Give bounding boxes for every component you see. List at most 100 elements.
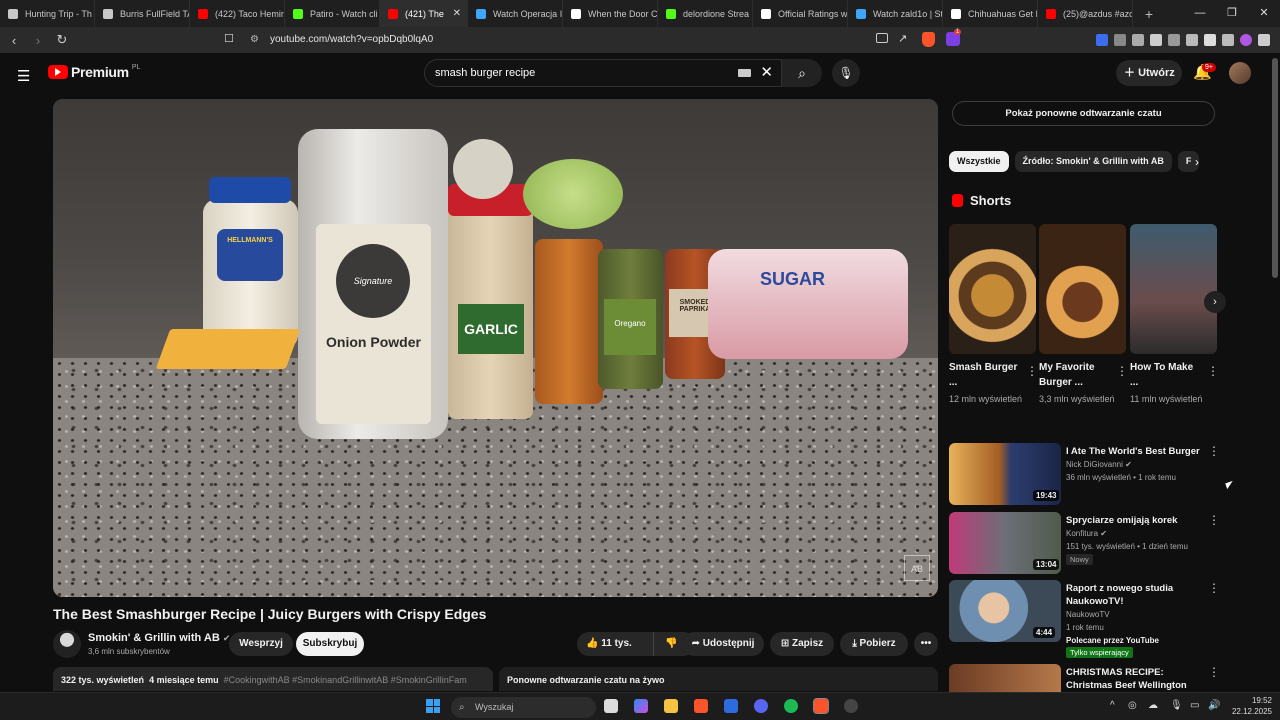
app-icon[interactable] [844,699,858,713]
account-avatar[interactable] [1229,62,1251,84]
clear-search-icon[interactable]: ✕ [760,60,773,86]
discord-icon[interactable] [754,699,768,713]
recommendation-title[interactable]: Raport z nowego studia NaukowoTV! [1066,582,1206,608]
shorts-next-button[interactable]: › [1204,291,1226,313]
channel-avatar[interactable] [53,630,81,658]
file-explorer-icon[interactable] [664,699,678,713]
tray-chevron-icon[interactable]: ^ [1110,700,1115,711]
short-menu-icon[interactable]: ⋮ [1026,364,1038,378]
filter-chip[interactable]: Wszystkie [949,150,1009,172]
extension-1-icon[interactable] [1096,34,1108,46]
close-window-icon[interactable]: ✕ [1248,0,1280,27]
save-button[interactable]: ⊞ Zapisz [770,632,834,656]
browser-tab[interactable]: When the Door C [563,0,658,27]
url-field[interactable]: ⚙ youtube.com/watch?v=opbDqb0lqA0 [246,30,966,50]
recommendation-item[interactable]: 4:44 Raport z nowego studia NaukowoTV! N… [949,580,1220,658]
create-button[interactable]: ＋ Utwórz [1116,60,1182,86]
keyboard-icon[interactable] [738,69,751,77]
brave-browser-icon[interactable] [694,699,708,713]
search-button[interactable]: ⌕ [782,59,822,87]
chips-next-icon[interactable]: › [1195,155,1199,169]
short-item[interactable]: My Favorite Burger ... 3,3 mln wyświetle… [1039,224,1128,406]
browser-tab[interactable]: Watch Operacja I [468,0,563,27]
short-menu-icon[interactable]: ⋮ [1116,364,1128,378]
browser-tab[interactable]: Patiro - Watch cli [285,0,380,27]
bookmark-icon[interactable]: ☐ [224,32,234,45]
more-actions-button[interactable]: ••• [914,632,938,656]
extension-2-icon[interactable] [1114,34,1126,46]
like-button[interactable]: 👍 11 tys. [586,638,632,649]
channel-name[interactable]: Smokin' & Grillin with AB ✔ [88,632,230,644]
store-icon[interactable] [724,699,738,713]
short-item[interactable]: Smash Burger ... 12 mln wyświetleń ⋮ [949,224,1038,406]
live-chat-replay-header[interactable]: Ponowne odtwarzanie czatu na żywo [499,667,938,691]
recommendation-item[interactable]: 13:04 Spryciarze omijają korek Konfitura… [949,512,1220,574]
recommendation-title[interactable]: I Ate The World's Best Burger [1066,445,1206,458]
subscribe-button[interactable]: Subskrybuj [296,632,364,656]
brave-active-icon[interactable] [813,698,829,714]
show-chat-replay-button[interactable]: Pokaż ponowne odtwarzanie czatu [952,101,1215,126]
restore-icon[interactable]: ❐ [1216,0,1248,27]
recommendation-title[interactable]: Spryciarze omijają korek [1066,514,1206,527]
browser-tab[interactable]: (421) The ✕ [380,0,468,27]
short-item[interactable]: How To Make ... 11 mln wyświetleń ⋮ [1130,224,1219,406]
vpn-icon[interactable] [1222,34,1234,46]
short-title[interactable]: My Favorite Burger ... [1039,360,1109,390]
taskbar-search[interactable]: ⌕ Wyszukaj [451,697,596,718]
short-thumbnail[interactable] [949,224,1036,354]
tray-cloud-icon[interactable]: ☁ [1148,700,1158,711]
short-title[interactable]: Smash Burger ... [949,360,1019,390]
browser-tab[interactable]: (25)@azdus #azd [1038,0,1133,27]
page-scrollbar[interactable] [1272,58,1278,278]
tray-app-icon[interactable]: ◎ [1128,700,1137,711]
short-thumbnail[interactable] [1039,224,1126,354]
youtube-logo[interactable]: Premium PL [48,64,140,80]
recommendation-title[interactable]: CHRISTMAS RECIPE: Christmas Beef Welling… [1066,666,1206,692]
clock[interactable]: 19:52 22.12.2025 [1232,695,1272,717]
minimize-icon[interactable]: — [1184,0,1216,27]
recommendation-menu-icon[interactable]: ⋮ [1208,513,1220,527]
voice-search-button[interactable]: 🎙 [832,59,860,87]
forward-icon[interactable]: › [28,33,48,48]
browser-tab[interactable]: Watch zald1o | St [848,0,943,27]
wallet-icon[interactable] [1186,34,1198,46]
reload-icon[interactable]: ↻ [52,32,72,48]
volume-icon[interactable]: 🔊 [1208,700,1220,711]
recommendation-channel[interactable]: NaukowoTV [1066,609,1110,621]
new-tab-button[interactable]: + [1139,6,1159,22]
description-box[interactable]: 322 tys. wyświetleń 4 miesiące temu #Coo… [53,667,493,691]
dislike-button[interactable]: 👎 [665,632,677,656]
network-icon[interactable]: ▭ [1190,700,1199,711]
share-button[interactable]: ➦ Udostępnij [682,632,764,656]
profile-icon[interactable] [1240,34,1252,46]
filter-chip[interactable]: Źródło: Smokin' & Grillin with AB [1014,150,1172,172]
support-button[interactable]: Wesprzyj [229,632,293,656]
channel-watermark-icon[interactable]: AB [904,555,930,581]
brave-shield-icon[interactable] [922,32,935,47]
recommendation-thumbnail[interactable] [949,664,1061,692]
task-view-icon[interactable] [604,699,618,713]
windows-start-icon[interactable] [426,699,440,713]
music-icon[interactable] [1150,34,1162,46]
leo-icon[interactable] [1204,34,1216,46]
recommendation-menu-icon[interactable]: ⋮ [1208,444,1220,458]
extension-3-icon[interactable] [1132,34,1144,46]
browser-tab[interactable]: delordione Strea [658,0,753,27]
browser-tab[interactable]: Chihuahuas Get I [943,0,1038,27]
recommendation-channel[interactable]: Konfitura ✔ [1066,528,1107,540]
close-tab-icon[interactable]: ✕ [453,8,461,19]
download-button[interactable]: ⤓ Pobierz [840,632,908,656]
browser-tab[interactable]: Hunting Trip - Th [0,0,95,27]
short-thumbnail[interactable] [1130,224,1217,354]
browser-tab[interactable]: (422) Taco Hemin [190,0,285,27]
site-info-icon[interactable]: ⚙ [250,30,259,50]
recommendation-item[interactable]: 19:43 I Ate The World's Best Burger Nick… [949,443,1220,505]
spotify-icon[interactable] [784,699,798,713]
recommendation-item[interactable]: CHRISTMAS RECIPE: Christmas Beef Welling… [949,664,1219,692]
cast-icon[interactable] [876,33,888,43]
browser-tab[interactable]: Burris FullField TA [95,0,190,27]
short-title[interactable]: How To Make ... [1130,360,1200,390]
back-icon[interactable]: ‹ [4,33,24,48]
search-input[interactable]: smash burger recipe ✕ [424,59,782,87]
recommendation-menu-icon[interactable]: ⋮ [1208,665,1219,679]
